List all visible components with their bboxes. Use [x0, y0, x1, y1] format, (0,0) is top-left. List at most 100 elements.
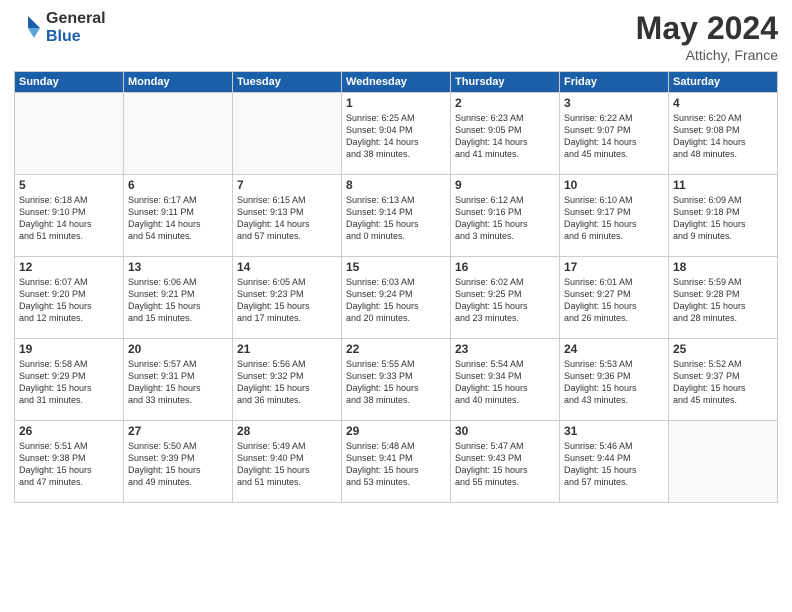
- cell-day-number: 10: [564, 178, 664, 192]
- calendar-week-row: 19Sunrise: 5:58 AM Sunset: 9:29 PM Dayli…: [15, 339, 778, 421]
- calendar-cell: 19Sunrise: 5:58 AM Sunset: 9:29 PM Dayli…: [15, 339, 124, 421]
- title-month: May 2024: [636, 10, 778, 47]
- calendar-cell: 5Sunrise: 6:18 AM Sunset: 9:10 PM Daylig…: [15, 175, 124, 257]
- calendar-cell: 24 Sunrise: 5:53 AM Sunset: 9:36 PM Dayli…: [560, 339, 669, 421]
- logo-text: General Blue: [46, 10, 106, 45]
- calendar-cell: [233, 93, 342, 175]
- calendar-cell: 6 Sunrise: 6:17 AM Sunset: 9:11 PM Daylig…: [124, 175, 233, 257]
- cell-info-text: Sunrise: 5:52 AM Sunset: 9:37 PM Dayligh…: [673, 358, 773, 407]
- cell-day-number: 8: [346, 178, 446, 192]
- calendar-cell: 8 Sunrise: 6:13 AM Sunset: 9:14 PM Daylig…: [342, 175, 451, 257]
- cell-day-number: 3: [564, 96, 664, 110]
- cell-info-text: Sunrise: 5:47 AM Sunset: 9:43 PM Dayligh…: [455, 440, 555, 489]
- calendar-cell: 15 Sunrise: 6:03 AM Sunset: 9:24 PM Dayli…: [342, 257, 451, 339]
- cell-info-text: Sunrise: 6:20 AM Sunset: 9:08 PM Dayligh…: [673, 112, 773, 161]
- cell-info-text: Sunrise: 5:53 AM Sunset: 9:36 PM Dayligh…: [564, 358, 664, 407]
- calendar-cell: 31Sunrise: 5:46 AM Sunset: 9:44 PM Dayli…: [560, 421, 669, 503]
- cell-day-number: 22: [346, 342, 446, 356]
- calendar-cell: [15, 93, 124, 175]
- cell-day-number: 26: [19, 424, 119, 438]
- calendar-cell: 21 Sunrise: 5:56 AM Sunset: 9:32 PM Dayli…: [233, 339, 342, 421]
- calendar-cell: 22 Sunrise: 5:55 AM Sunset: 9:33 PM Dayli…: [342, 339, 451, 421]
- calendar-cell: 29Sunrise: 5:48 AM Sunset: 9:41 PM Dayli…: [342, 421, 451, 503]
- calendar-cell: 25 Sunrise: 5:52 AM Sunset: 9:37 PM Dayli…: [669, 339, 778, 421]
- calendar-cell: 26 Sunrise: 5:51 AM Sunset: 9:38 PM Dayli…: [15, 421, 124, 503]
- calendar-header-row: SundayMondayTuesdayWednesdayThursdayFrid…: [15, 72, 778, 93]
- calendar-cell: 12Sunrise: 6:07 AM Sunset: 9:20 PM Dayli…: [15, 257, 124, 339]
- calendar-cell: 14 Sunrise: 6:05 AM Sunset: 9:23 PM Dayli…: [233, 257, 342, 339]
- cell-info-text: Sunrise: 5:46 AM Sunset: 9:44 PM Dayligh…: [564, 440, 664, 489]
- cell-day-number: 18: [673, 260, 773, 274]
- cell-info-text: Sunrise: 6:05 AM Sunset: 9:23 PM Dayligh…: [237, 276, 337, 325]
- cell-info-text: Sunrise: 5:57 AM Sunset: 9:31 PM Dayligh…: [128, 358, 228, 407]
- logo: General Blue: [14, 10, 106, 45]
- weekday-header: Tuesday: [233, 72, 342, 93]
- calendar-week-row: 26 Sunrise: 5:51 AM Sunset: 9:38 PM Dayli…: [15, 421, 778, 503]
- calendar: SundayMondayTuesdayWednesdayThursdayFrid…: [14, 71, 778, 503]
- calendar-cell: 30Sunrise: 5:47 AM Sunset: 9:43 PM Dayli…: [451, 421, 560, 503]
- cell-info-text: Sunrise: 6:09 AM Sunset: 9:18 PM Dayligh…: [673, 194, 773, 243]
- calendar-cell: [124, 93, 233, 175]
- cell-day-number: 6: [128, 178, 228, 192]
- logo-icon: [14, 14, 42, 42]
- cell-day-number: 4: [673, 96, 773, 110]
- cell-info-text: Sunrise: 5:59 AM Sunset: 9:28 PM Dayligh…: [673, 276, 773, 325]
- cell-info-text: Sunrise: 6:06 AM Sunset: 9:21 PM Dayligh…: [128, 276, 228, 325]
- cell-info-text: Sunrise: 6:13 AM Sunset: 9:14 PM Dayligh…: [346, 194, 446, 243]
- cell-day-number: 9: [455, 178, 555, 192]
- calendar-cell: 18 Sunrise: 5:59 AM Sunset: 9:28 PM Dayli…: [669, 257, 778, 339]
- weekday-header: Monday: [124, 72, 233, 93]
- cell-info-text: Sunrise: 5:48 AM Sunset: 9:41 PM Dayligh…: [346, 440, 446, 489]
- cell-day-number: 20: [128, 342, 228, 356]
- calendar-cell: 13Sunrise: 6:06 AM Sunset: 9:21 PM Dayli…: [124, 257, 233, 339]
- cell-info-text: Sunrise: 6:02 AM Sunset: 9:25 PM Dayligh…: [455, 276, 555, 325]
- cell-day-number: 15: [346, 260, 446, 274]
- cell-day-number: 24: [564, 342, 664, 356]
- cell-info-text: Sunrise: 6:12 AM Sunset: 9:16 PM Dayligh…: [455, 194, 555, 243]
- calendar-cell: 1 Sunrise: 6:25 AM Sunset: 9:04 PM Daylig…: [342, 93, 451, 175]
- header: General Blue May 2024 Attichy, France: [14, 10, 778, 63]
- calendar-cell: 17Sunrise: 6:01 AM Sunset: 9:27 PM Dayli…: [560, 257, 669, 339]
- calendar-cell: 9 Sunrise: 6:12 AM Sunset: 9:16 PM Daylig…: [451, 175, 560, 257]
- cell-info-text: Sunrise: 6:10 AM Sunset: 9:17 PM Dayligh…: [564, 194, 664, 243]
- cell-info-text: Sunrise: 5:51 AM Sunset: 9:38 PM Dayligh…: [19, 440, 119, 489]
- cell-day-number: 1: [346, 96, 446, 110]
- logo-blue-text: Blue: [46, 28, 106, 46]
- calendar-cell: 7 Sunrise: 6:15 AM Sunset: 9:13 PM Daylig…: [233, 175, 342, 257]
- cell-day-number: 23: [455, 342, 555, 356]
- cell-day-number: 2: [455, 96, 555, 110]
- calendar-week-row: 5Sunrise: 6:18 AM Sunset: 9:10 PM Daylig…: [15, 175, 778, 257]
- cell-day-number: 12: [19, 260, 119, 274]
- weekday-header: Saturday: [669, 72, 778, 93]
- cell-info-text: Sunrise: 5:56 AM Sunset: 9:32 PM Dayligh…: [237, 358, 337, 407]
- cell-day-number: 14: [237, 260, 337, 274]
- calendar-cell: 3Sunrise: 6:22 AM Sunset: 9:07 PM Daylig…: [560, 93, 669, 175]
- calendar-cell: [669, 421, 778, 503]
- cell-day-number: 27: [128, 424, 228, 438]
- cell-info-text: Sunrise: 5:55 AM Sunset: 9:33 PM Dayligh…: [346, 358, 446, 407]
- weekday-header: Thursday: [451, 72, 560, 93]
- calendar-cell: 4 Sunrise: 6:20 AM Sunset: 9:08 PM Daylig…: [669, 93, 778, 175]
- cell-day-number: 28: [237, 424, 337, 438]
- cell-info-text: Sunrise: 5:49 AM Sunset: 9:40 PM Dayligh…: [237, 440, 337, 489]
- cell-day-number: 16: [455, 260, 555, 274]
- cell-day-number: 21: [237, 342, 337, 356]
- cell-day-number: 11: [673, 178, 773, 192]
- cell-day-number: 7: [237, 178, 337, 192]
- calendar-cell: 10 Sunrise: 6:10 AM Sunset: 9:17 PM Dayli…: [560, 175, 669, 257]
- logo-general-text: General: [46, 10, 106, 28]
- cell-info-text: Sunrise: 5:54 AM Sunset: 9:34 PM Dayligh…: [455, 358, 555, 407]
- cell-day-number: 25: [673, 342, 773, 356]
- calendar-cell: 11 Sunrise: 6:09 AM Sunset: 9:18 PM Dayli…: [669, 175, 778, 257]
- weekday-header: Friday: [560, 72, 669, 93]
- cell-info-text: Sunrise: 6:25 AM Sunset: 9:04 PM Dayligh…: [346, 112, 446, 161]
- calendar-cell: 23 Sunrise: 5:54 AM Sunset: 9:34 PM Dayli…: [451, 339, 560, 421]
- cell-info-text: Sunrise: 6:23 AM Sunset: 9:05 PM Dayligh…: [455, 112, 555, 161]
- cell-info-text: Sunrise: 6:18 AM Sunset: 9:10 PM Dayligh…: [19, 194, 119, 243]
- cell-info-text: Sunrise: 6:15 AM Sunset: 9:13 PM Dayligh…: [237, 194, 337, 243]
- cell-info-text: Sunrise: 6:03 AM Sunset: 9:24 PM Dayligh…: [346, 276, 446, 325]
- cell-day-number: 19: [19, 342, 119, 356]
- title-block: May 2024 Attichy, France: [636, 10, 778, 63]
- cell-info-text: Sunrise: 5:50 AM Sunset: 9:39 PM Dayligh…: [128, 440, 228, 489]
- cell-info-text: Sunrise: 6:17 AM Sunset: 9:11 PM Dayligh…: [128, 194, 228, 243]
